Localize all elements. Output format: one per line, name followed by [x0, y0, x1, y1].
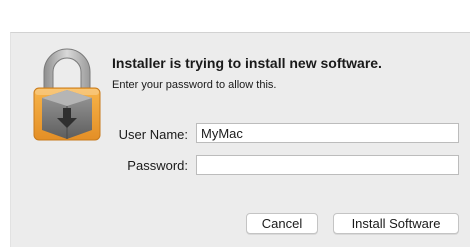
lock-icon — [33, 48, 101, 141]
cancel-button[interactable]: Cancel — [246, 213, 318, 234]
username-label: User Name: — [118, 127, 188, 142]
dialog-message: Enter your password to allow this. — [112, 79, 277, 91]
password-field[interactable] — [196, 155, 459, 175]
screen: Installer is trying to install new softw… — [0, 0, 470, 247]
dialog-title: Installer is trying to install new softw… — [112, 55, 382, 71]
install-software-button[interactable]: Install Software — [333, 213, 459, 234]
username-field[interactable] — [196, 123, 459, 143]
password-label: Password: — [127, 158, 188, 173]
